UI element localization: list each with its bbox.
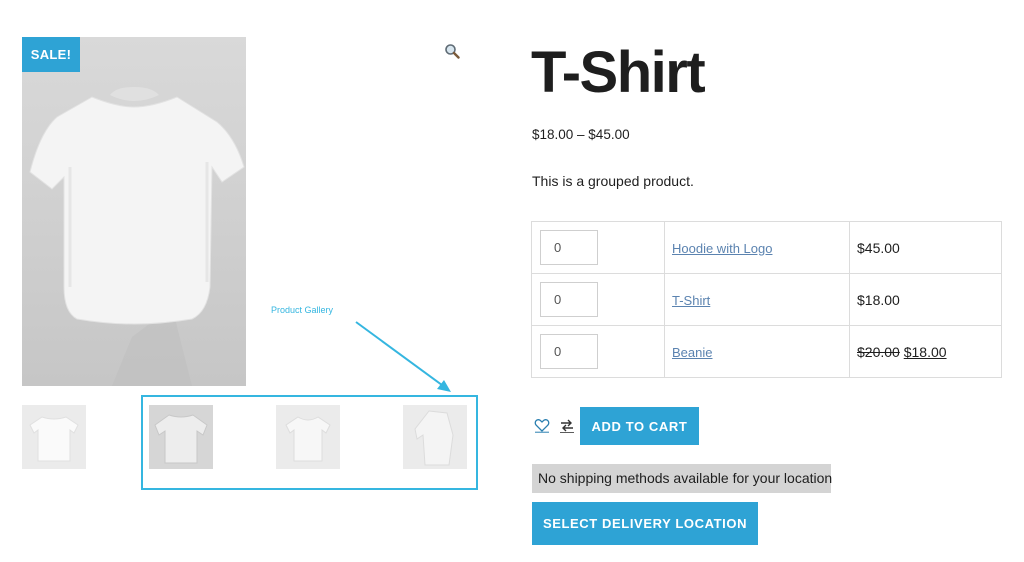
gallery-thumbnail[interactable]	[22, 405, 86, 469]
quantity-input[interactable]	[540, 230, 598, 265]
price-cell: $20.00 $18.00	[849, 325, 1002, 378]
quantity-cell	[531, 221, 665, 274]
table-row: Hoodie with Logo $45.00	[531, 221, 1002, 274]
sale-badge: SALE!	[22, 37, 80, 72]
quantity-input[interactable]	[540, 334, 598, 369]
product-price: $18.00	[857, 291, 900, 308]
shipping-notice: No shipping methods available for your l…	[532, 464, 832, 493]
price-cell: $18.00	[849, 273, 1002, 326]
product-name-cell: Hoodie with Logo	[664, 221, 850, 274]
heart-icon[interactable]	[534, 417, 550, 433]
price-range: $18.00 – $45.00	[532, 127, 630, 142]
table-row: Beanie $20.00 $18.00	[531, 325, 1002, 378]
quantity-cell	[531, 325, 665, 378]
tshirt-thumbnail-image	[29, 416, 79, 462]
tshirt-image	[29, 87, 245, 386]
quantity-input[interactable]	[540, 282, 598, 317]
gallery-highlight-box	[141, 395, 478, 490]
table-row: T-Shirt $18.00	[531, 273, 1002, 326]
regular-price: $20.00	[857, 343, 900, 360]
grouped-products-table: Hoodie with Logo $45.00 T-Shirt $18.00 B…	[531, 221, 1002, 378]
product-link[interactable]: Beanie	[672, 345, 712, 360]
product-link[interactable]: T-Shirt	[672, 293, 710, 308]
product-price: $45.00	[857, 239, 900, 256]
main-product-image[interactable]	[22, 37, 246, 386]
price-cell: $45.00	[849, 221, 1002, 274]
short-description: This is a grouped product.	[532, 173, 694, 189]
quantity-cell	[531, 273, 665, 326]
compare-arrows-icon[interactable]	[559, 417, 575, 433]
gallery-annotation-label: Product Gallery	[271, 305, 334, 315]
add-to-cart-button[interactable]: ADD TO CART	[580, 407, 699, 445]
product-name-cell: T-Shirt	[664, 273, 850, 326]
product-link[interactable]: Hoodie with Logo	[672, 241, 772, 256]
select-delivery-location-button[interactable]: SELECT DELIVERY LOCATION	[532, 502, 758, 545]
product-name-cell: Beanie	[664, 325, 850, 378]
sale-price: $18.00	[903, 343, 947, 360]
magnifier-icon[interactable]	[444, 43, 460, 59]
product-title: T-Shirt	[531, 40, 706, 105]
